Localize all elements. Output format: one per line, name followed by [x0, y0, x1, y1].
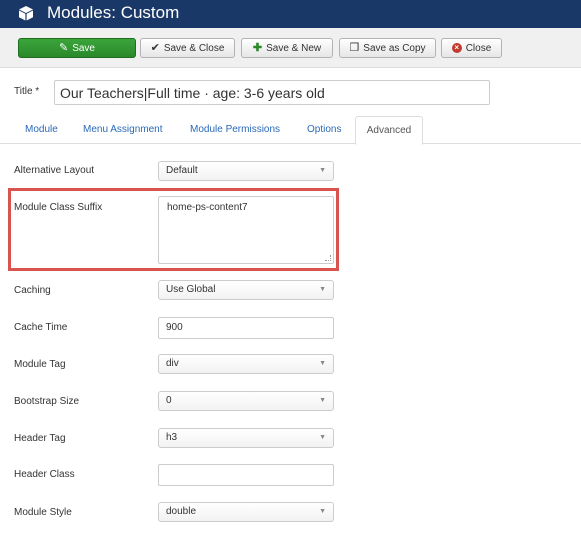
module-style-select[interactable]: double ▼	[158, 502, 334, 522]
close-button[interactable]: × Close	[441, 38, 502, 58]
title-input[interactable]	[54, 80, 490, 105]
module-tag-label: Module Tag	[14, 359, 66, 370]
save-new-button[interactable]: ✚ Save & New	[241, 38, 333, 58]
cube-icon	[19, 6, 33, 21]
tab-options[interactable]: Options	[307, 124, 341, 135]
close-label: Close	[465, 42, 492, 54]
header-tag-select[interactable]: h3 ▼	[158, 428, 334, 448]
bootstrap-size-value: 0	[166, 395, 172, 406]
tab-bar: Module Menu Assignment Module Permission…	[0, 116, 581, 145]
alt-layout-label: Alternative Layout	[14, 165, 95, 176]
module-style-label: Module Style	[14, 507, 72, 518]
header-tag-value: h3	[166, 432, 178, 443]
header-class-input[interactable]	[158, 464, 334, 486]
chevron-down-icon: ▼	[319, 360, 326, 367]
bootstrap-size-select[interactable]: 0 ▼	[158, 391, 334, 411]
alt-layout-select[interactable]: Default ▼	[158, 161, 334, 181]
module-tag-select[interactable]: div ▼	[158, 354, 334, 374]
save-copy-label: Save as Copy	[363, 42, 426, 54]
class-suffix-textarea[interactable]: home-ps-content7	[158, 196, 334, 264]
chevron-down-icon: ▼	[319, 167, 326, 174]
header-tag-label: Header Tag	[14, 433, 66, 444]
caching-value: Use Global	[166, 284, 216, 295]
save-close-button[interactable]: ✔ Save & Close	[140, 38, 235, 58]
header-class-label: Header Class	[14, 469, 75, 480]
caching-label: Caching	[14, 285, 51, 296]
module-tag-value: div	[166, 358, 179, 369]
cache-time-label: Cache Time	[14, 322, 68, 333]
caching-select[interactable]: Use Global ▼	[158, 280, 334, 300]
alt-layout-value: Default	[166, 165, 198, 176]
chevron-down-icon: ▼	[319, 434, 326, 441]
plus-icon: ✚	[252, 41, 263, 54]
chevron-down-icon: ▼	[319, 397, 326, 404]
resize-grip-icon[interactable]	[325, 255, 331, 261]
check-icon: ✔	[150, 41, 160, 54]
save-close-label: Save & Close	[163, 42, 225, 54]
save-button-label: Save	[72, 42, 95, 54]
close-circle-icon: ×	[451, 43, 462, 53]
chevron-down-icon: ▼	[319, 286, 326, 293]
tab-module-permissions[interactable]: Module Permissions	[190, 124, 280, 135]
class-suffix-label: Module Class Suffix	[14, 202, 103, 213]
page-title: Modules: Custom	[47, 3, 180, 22]
save-copy-button[interactable]: ❐ Save as Copy	[339, 38, 436, 58]
bootstrap-size-label: Bootstrap Size	[14, 396, 80, 407]
tab-advanced[interactable]: Advanced	[355, 116, 423, 145]
chevron-down-icon: ▼	[319, 508, 326, 515]
module-style-value: double	[166, 506, 197, 517]
app-header: Modules: Custom	[0, 0, 581, 28]
edit-icon: ✎	[58, 41, 69, 54]
cache-time-input[interactable]: 900	[158, 317, 334, 339]
save-button[interactable]: ✎ Save	[18, 38, 136, 58]
class-suffix-value: home-ps-content7	[167, 202, 248, 213]
cache-time-value: 900	[166, 322, 183, 333]
toolbar: ✎ Save ✔ Save & Close ✚ Save & New ❐ Sav…	[0, 28, 581, 68]
tab-module[interactable]: Module	[25, 124, 58, 135]
tab-menu-assignment[interactable]: Menu Assignment	[83, 124, 163, 135]
title-label: Title *	[14, 86, 40, 97]
save-new-label: Save & New	[266, 42, 322, 54]
copy-icon: ❐	[349, 41, 360, 54]
